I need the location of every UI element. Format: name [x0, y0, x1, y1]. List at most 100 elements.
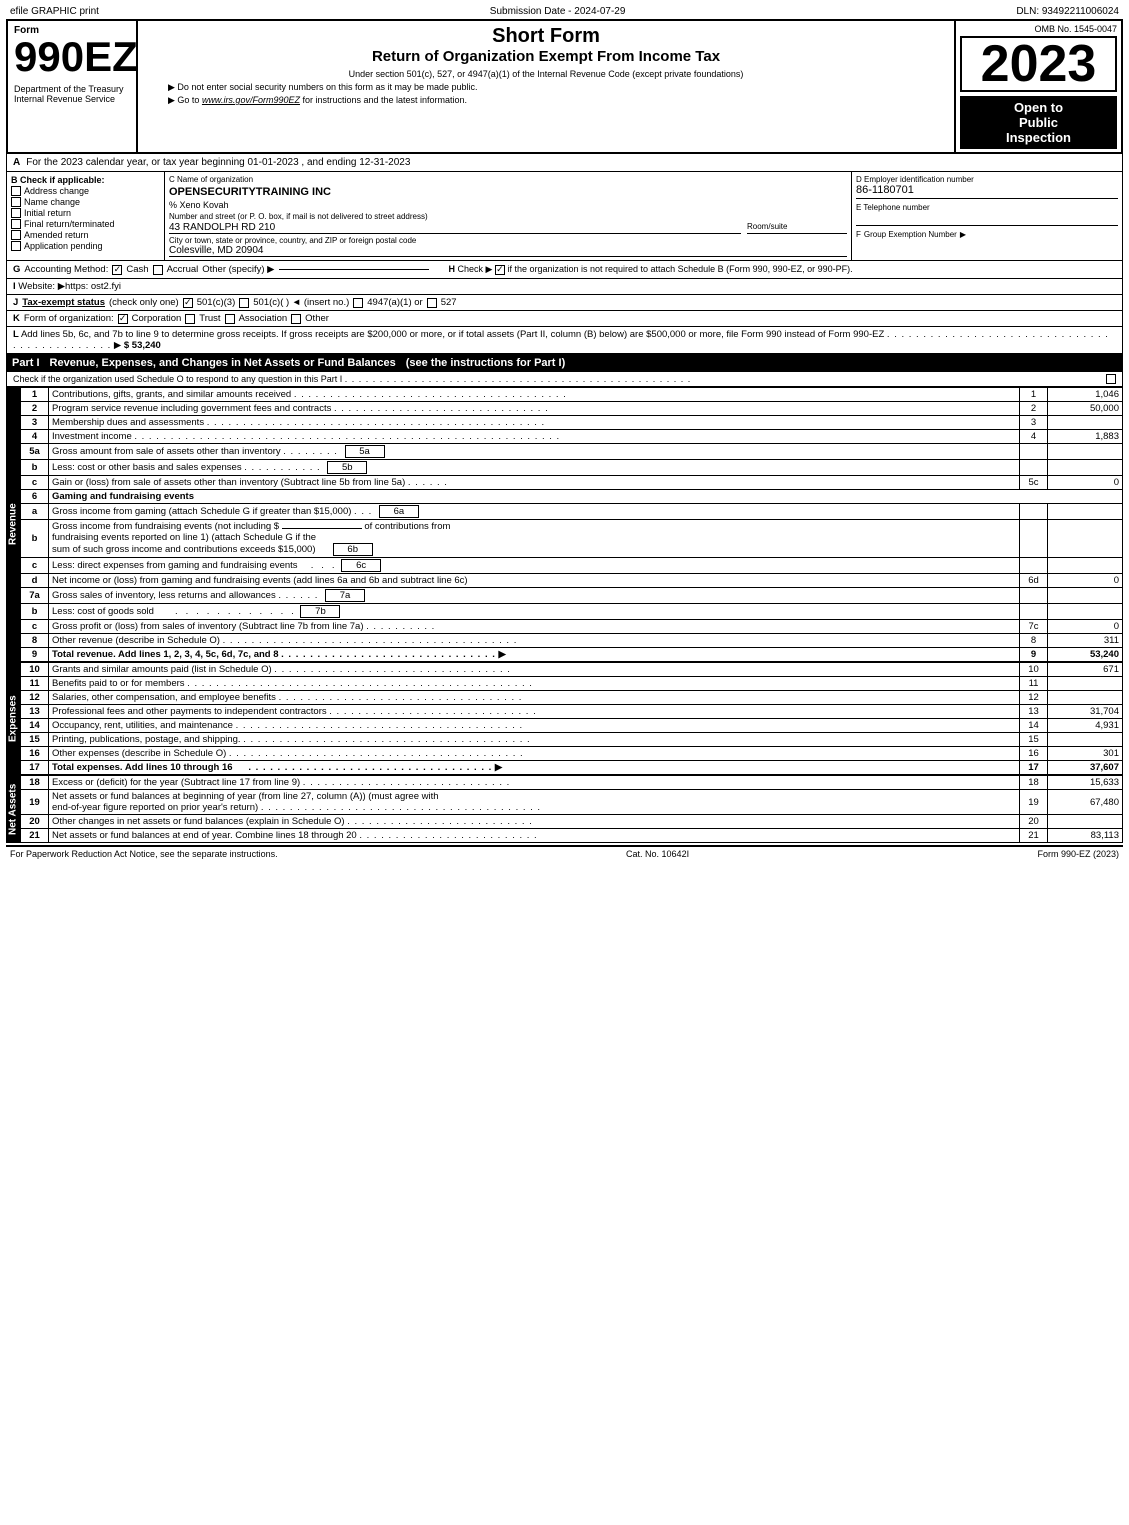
table-row: 6 Gaming and fundraising events [21, 490, 1123, 504]
row14-num: 14 [21, 719, 49, 733]
h-checkbox[interactable]: ✓ [495, 265, 505, 275]
row5b-inline-ref: 5b [327, 461, 367, 474]
table-row: 12 Salaries, other compensation, and emp… [21, 691, 1123, 705]
table-row: 3 Membership dues and assessments . . . … [21, 416, 1123, 430]
row5b-num: b [21, 460, 49, 476]
j-opt3: 4947(a)(1) or [367, 297, 422, 308]
irs-label: Internal Revenue Service [14, 94, 130, 104]
j-opt4-checkbox[interactable] [427, 298, 437, 308]
row9-num: 9 [21, 648, 49, 662]
row6d-ref: 6d [1020, 574, 1048, 588]
name-change-checkbox[interactable] [11, 197, 21, 207]
f-arrow: ▶ [960, 230, 966, 239]
k-label: K [13, 313, 20, 324]
row6c-num: c [21, 558, 49, 574]
d-ein-value: 86-1180701 [856, 184, 1118, 199]
address-change-checkbox[interactable] [11, 186, 21, 196]
row11-num: 11 [21, 677, 49, 691]
k-trust: Trust [199, 313, 220, 324]
initial-return-checkbox[interactable] [11, 208, 21, 218]
row10-label: Grants and similar amounts paid (list in… [49, 663, 1020, 677]
j-opt3-checkbox[interactable] [353, 298, 363, 308]
row18-ref: 18 [1020, 776, 1048, 790]
b-label: B Check if applicable: [11, 175, 160, 185]
k-corp-checkbox[interactable]: ✓ [118, 314, 128, 324]
paperwork-note: For Paperwork Reduction Act Notice, see … [10, 849, 278, 859]
expenses-section: Expenses 10 Grants and similar amounts p… [6, 662, 1123, 775]
row10-ref: 10 [1020, 663, 1048, 677]
row6a-num: a [21, 504, 49, 520]
expenses-side-label: Expenses [6, 662, 20, 775]
c-city-value: Colesville, MD 20904 [169, 245, 847, 257]
row5a-amount [1048, 444, 1123, 460]
g-cash-checkbox[interactable]: ✓ [112, 265, 122, 275]
row6c-ref [1020, 558, 1048, 574]
row2-num: 2 [21, 402, 49, 416]
table-row: 4 Investment income . . . . . . . . . . … [21, 430, 1123, 444]
application-pending-checkbox[interactable] [11, 241, 21, 251]
row10-amount: 671 [1048, 663, 1123, 677]
k-assoc-checkbox[interactable] [225, 314, 235, 324]
row5a-ref [1020, 444, 1048, 460]
row4-ref: 4 [1020, 430, 1048, 444]
row13-ref: 13 [1020, 705, 1048, 719]
application-pending-row: Application pending [11, 241, 160, 251]
net-assets-table: 18 Excess or (deficit) for the year (Sub… [20, 775, 1123, 843]
part1-check-checkbox[interactable] [1106, 374, 1116, 384]
amended-return-row: Amended return [11, 230, 160, 240]
form-ref: Form 990-EZ (2023) [1037, 849, 1119, 859]
goto-note: ▶ Go to www.irs.gov/Form990EZ for instru… [148, 95, 944, 106]
public-label: Public [962, 115, 1115, 130]
row16-num: 16 [21, 747, 49, 761]
table-row: c Gain or (loss) from sale of assets oth… [21, 476, 1123, 490]
row5b-label: Less: cost or other basis and sales expe… [49, 460, 1020, 476]
table-row: 18 Excess or (deficit) for the year (Sub… [21, 776, 1123, 790]
g-text: Accounting Method: [24, 264, 108, 275]
table-row: 10 Grants and similar amounts paid (list… [21, 663, 1123, 677]
revenue-side-label: Revenue [6, 387, 20, 662]
row5a-num: 5a [21, 444, 49, 460]
j-opt1-checkbox[interactable]: ✓ [183, 298, 193, 308]
k-trust-checkbox[interactable] [185, 314, 195, 324]
row7b-amount [1048, 604, 1123, 620]
g-accrual-checkbox[interactable] [153, 265, 163, 275]
row8-label: Other revenue (describe in Schedule O) .… [49, 634, 1020, 648]
open-to-label: Open to [962, 100, 1115, 115]
row20-num: 20 [21, 815, 49, 829]
table-row: 17 Total expenses. Add lines 10 through … [21, 761, 1123, 775]
final-return-checkbox[interactable] [11, 219, 21, 229]
i-row: I Website: ▶https: ost2.fyi [6, 279, 1123, 295]
row21-amount: 83,113 [1048, 829, 1123, 843]
row6a-ref [1020, 504, 1048, 520]
table-row: 1 Contributions, gifts, grants, and simi… [21, 388, 1123, 402]
row13-num: 13 [21, 705, 49, 719]
row6d-label: Net income or (loss) from gaming and fun… [49, 574, 1020, 588]
row11-label: Benefits paid to or for members . . . . … [49, 677, 1020, 691]
i-text: Website: ▶https: ost2.fyi [18, 281, 121, 292]
row21-ref: 21 [1020, 829, 1048, 843]
irs-link[interactable]: www.irs.gov/Form990EZ [202, 95, 300, 105]
table-row: 11 Benefits paid to or for members . . .… [21, 677, 1123, 691]
row14-amount: 4,931 [1048, 719, 1123, 733]
table-row: a Gross income from gaming (attach Sched… [21, 504, 1123, 520]
k-other-checkbox[interactable] [291, 314, 301, 324]
h-text: Check ▶ [458, 264, 495, 274]
row15-label: Printing, publications, postage, and shi… [49, 733, 1020, 747]
row7c-label: Gross profit or (loss) from sales of inv… [49, 620, 1020, 634]
row16-amount: 301 [1048, 747, 1123, 761]
row4-amount: 1,883 [1048, 430, 1123, 444]
initial-return-row: Initial return [11, 208, 160, 218]
row5b-ref [1020, 460, 1048, 476]
table-row: 8 Other revenue (describe in Schedule O)… [21, 634, 1123, 648]
j-row: J Tax-exempt status (check only one) ✓ 5… [6, 295, 1123, 311]
part1-check-note: Check if the organization used Schedule … [13, 374, 691, 384]
l-arrow: ▶ [114, 340, 124, 351]
year-display: 2023 [960, 36, 1117, 92]
amended-return-checkbox[interactable] [11, 230, 21, 240]
cat-no: Cat. No. 10642I [626, 849, 689, 859]
row6c-amount [1048, 558, 1123, 574]
j-opt2-checkbox[interactable] [239, 298, 249, 308]
application-pending-label: Application pending [24, 241, 103, 251]
row1-num: 1 [21, 388, 49, 402]
row12-amount [1048, 691, 1123, 705]
